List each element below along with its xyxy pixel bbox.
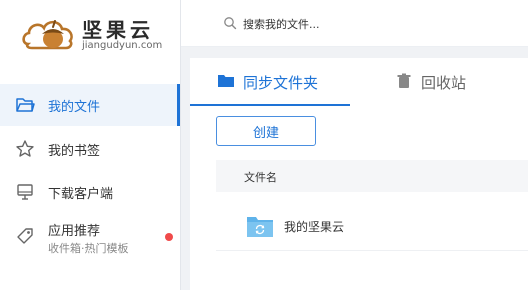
tab-sync-folders[interactable]: 同步文件夹 <box>217 58 350 106</box>
folder-icon <box>218 75 234 87</box>
sync-folder-icon <box>247 217 273 237</box>
column-header-filename[interactable]: 文件名 <box>244 169 277 185</box>
monitor-icon <box>17 184 33 200</box>
brand-domain: jiangudyun.com <box>82 40 163 51</box>
sidebar: 坚果云 jiangudyun.com 我的文件 我的书签 下载客户端 应用推荐 … <box>0 0 181 290</box>
tab-label: 回收站 <box>421 74 467 92</box>
tab-recycle-bin[interactable]: 回收站 <box>395 58 505 106</box>
active-tab-indicator <box>190 104 350 106</box>
notification-dot <box>165 233 173 241</box>
trash-icon <box>397 73 411 88</box>
sidebar-item-label: 我的文件 <box>48 100 101 115</box>
brand-name: 坚果云 <box>82 18 154 42</box>
sidebar-item-label: 应用推荐 <box>48 224 101 239</box>
star-outline-icon <box>16 140 34 157</box>
sidebar-item-label: 下载客户端 <box>48 187 114 202</box>
tag-icon <box>17 228 33 244</box>
sidebar-item-app-recommend[interactable]: 应用推荐 收件箱·热门模板 <box>0 215 180 265</box>
table-row[interactable]: 我的坚果云 <box>216 206 528 251</box>
logo: 坚果云 jiangudyun.com <box>20 10 170 56</box>
tab-label: 同步文件夹 <box>243 74 319 92</box>
top-bar <box>181 0 528 47</box>
folder-outline-icon <box>16 98 35 112</box>
sidebar-item-bookmarks[interactable]: 我的书签 <box>0 128 180 170</box>
app-window: 坚果云 jiangudyun.com 我的文件 我的书签 下载客户端 应用推荐 … <box>0 0 528 290</box>
search-icon <box>224 17 237 30</box>
main-panel: 同步文件夹 回收站 创建 文件名 我的坚果云 <box>190 58 528 290</box>
sidebar-item-download-client[interactable]: 下载客户端 <box>0 171 180 213</box>
sidebar-item-label: 我的书签 <box>48 144 101 159</box>
table-header: 文件名 <box>216 160 528 192</box>
sidebar-item-my-files[interactable]: 我的文件 <box>0 84 180 126</box>
file-name: 我的坚果云 <box>284 220 345 234</box>
sidebar-item-sublabel: 收件箱·热门模板 <box>48 242 129 255</box>
create-button[interactable]: 创建 <box>216 116 316 146</box>
search-input[interactable] <box>241 10 505 38</box>
nut-logo-icon <box>22 20 73 50</box>
